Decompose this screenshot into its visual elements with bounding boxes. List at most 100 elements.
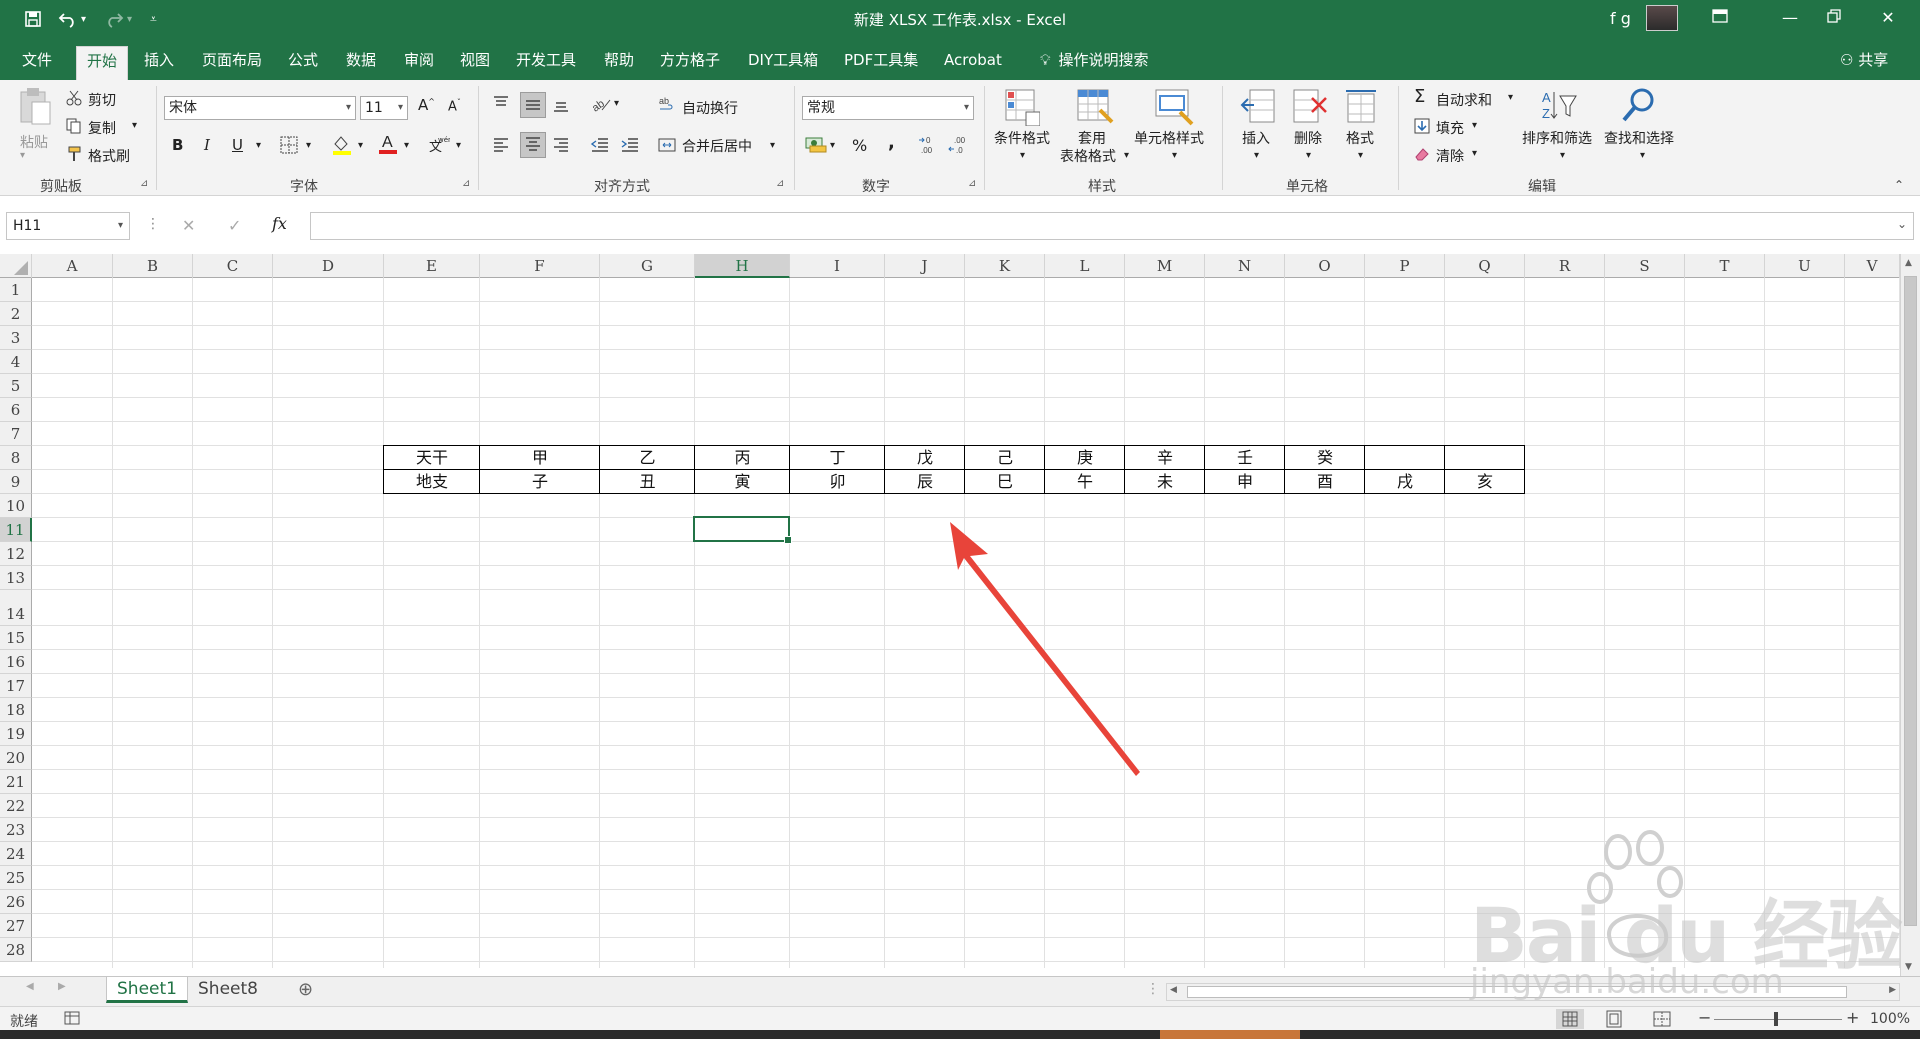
row-header[interactable]: 7 — [0, 422, 32, 446]
paste-icon[interactable] — [18, 86, 52, 130]
column-header[interactable]: I — [790, 254, 885, 278]
alignment-dialog-launcher-icon[interactable]: ⊿ — [776, 178, 784, 189]
format-painter-button[interactable]: 格式刷 — [88, 146, 130, 166]
user-name[interactable]: f g — [1610, 9, 1631, 28]
italic-button[interactable]: I — [204, 136, 210, 154]
sheet-tab-sheet8[interactable]: Sheet8 — [188, 977, 268, 1003]
column-header[interactable]: E — [384, 254, 480, 278]
cell-styles-button[interactable]: 单元格样式 — [1134, 130, 1204, 148]
underline-dropdown-icon[interactable]: ▾ — [256, 140, 261, 151]
collapse-ribbon-icon[interactable]: ⌃ — [1894, 178, 1904, 192]
scroll-up-icon[interactable]: ▲ — [1905, 258, 1912, 268]
tab-page-layout[interactable]: 页面布局 — [192, 46, 272, 80]
vertical-scrollbar[interactable]: ▲ ▼ — [1900, 254, 1920, 976]
avatar[interactable] — [1646, 5, 1678, 31]
cell-styles-icon[interactable] — [1154, 88, 1194, 130]
row-header[interactable]: 9 — [0, 470, 32, 494]
font-name-select[interactable]: 宋体 ▾ — [164, 96, 356, 120]
merge-center-button[interactable]: 合并后居中 — [682, 136, 752, 156]
table-cell[interactable]: 地支 — [384, 470, 480, 494]
scroll-left-icon[interactable]: ◀ — [1170, 985, 1177, 995]
column-header[interactable]: R — [1525, 254, 1605, 278]
align-left-icon[interactable] — [492, 136, 510, 158]
column-header[interactable]: K — [965, 254, 1045, 278]
table-cell[interactable]: 卯 — [790, 470, 885, 494]
tab-data[interactable]: 数据 — [336, 46, 386, 80]
cut-button[interactable]: 剪切 — [88, 90, 116, 110]
format-as-table-button[interactable]: 套用 — [1078, 130, 1106, 148]
column-header[interactable]: F — [480, 254, 600, 278]
tab-help[interactable]: 帮助 — [594, 46, 644, 80]
table-cell[interactable]: 寅 — [695, 470, 790, 494]
row-header[interactable]: 20 — [0, 746, 32, 770]
table-cell[interactable]: 天干 — [384, 446, 480, 470]
name-box-dropdown-icon[interactable]: ▾ — [118, 213, 123, 239]
row-header[interactable]: 13 — [0, 566, 32, 590]
table-cell[interactable]: 甲 — [480, 446, 600, 470]
conditional-formatting-button[interactable]: 条件格式 — [994, 130, 1050, 148]
row-header[interactable]: 3 — [0, 326, 32, 350]
paste-button[interactable]: 粘贴 — [20, 132, 48, 152]
row-header[interactable]: 6 — [0, 398, 32, 422]
column-header[interactable]: S — [1605, 254, 1685, 278]
tab-home[interactable]: 开始 — [76, 46, 129, 80]
row-header[interactable]: 19 — [0, 722, 32, 746]
comma-button[interactable]: , — [888, 132, 895, 153]
tab-pdf[interactable]: PDF工具集 — [834, 46, 928, 80]
row-header[interactable]: 14 — [0, 590, 32, 626]
row-header[interactable]: 5 — [0, 374, 32, 398]
enter-icon[interactable]: ✓ — [228, 216, 241, 235]
row-header[interactable]: 17 — [0, 674, 32, 698]
insert-cells-button[interactable]: 插入 — [1242, 130, 1270, 148]
column-header[interactable]: G — [600, 254, 695, 278]
scroll-down-icon[interactable]: ▼ — [1905, 962, 1912, 972]
row-header[interactable]: 22 — [0, 794, 32, 818]
row-header[interactable]: 1 — [0, 278, 32, 302]
row-header[interactable]: 16 — [0, 650, 32, 674]
tab-fangfang[interactable]: 方方格子 — [650, 46, 730, 80]
column-header[interactable]: B — [113, 254, 193, 278]
format-cells-icon[interactable] — [1344, 88, 1380, 130]
tab-developer[interactable]: 开发工具 — [506, 46, 586, 80]
zoom-level[interactable]: 100% — [1870, 1011, 1910, 1027]
magnifier-icon[interactable] — [1620, 86, 1658, 128]
tab-view[interactable]: 视图 — [450, 46, 500, 80]
row-header[interactable]: 23 — [0, 818, 32, 842]
column-header[interactable]: T — [1685, 254, 1765, 278]
formula-input[interactable]: ⌄ — [310, 212, 1914, 240]
row-header[interactable]: 2 — [0, 302, 32, 326]
next-sheet-icon[interactable]: ▶ — [58, 981, 66, 992]
bold-button[interactable]: B — [172, 136, 183, 154]
table-cell[interactable]: 丑 — [600, 470, 695, 494]
dialog-launcher-icon[interactable]: ⊿ — [140, 178, 148, 189]
table-cell[interactable]: 癸 — [1285, 446, 1365, 470]
table-cell[interactable]: 丁 — [790, 446, 885, 470]
column-header[interactable]: U — [1765, 254, 1845, 278]
table-cell[interactable]: 戊 — [885, 446, 965, 470]
vertical-scroll-thumb[interactable] — [1904, 276, 1917, 926]
prev-sheet-icon[interactable]: ◀ — [26, 981, 34, 992]
row-header[interactable]: 18 — [0, 698, 32, 722]
restore-icon[interactable] — [1820, 6, 1848, 30]
table-cell[interactable]: 巳 — [965, 470, 1045, 494]
column-header[interactable]: Q — [1445, 254, 1525, 278]
increase-indent-icon[interactable] — [620, 136, 640, 158]
sort-filter-icon[interactable]: AZ — [1540, 88, 1578, 128]
find-select-button[interactable]: 查找和选择 — [1604, 130, 1674, 148]
table-cell[interactable]: 午 — [1045, 470, 1125, 494]
font-size-select[interactable]: 11 ▾ — [360, 96, 408, 120]
row-header[interactable]: 27 — [0, 914, 32, 938]
share-button[interactable]: ⚇ 共享 — [1830, 46, 1898, 80]
row-header[interactable]: 25 — [0, 866, 32, 890]
align-right-icon[interactable] — [552, 136, 570, 158]
table-cell[interactable] — [1365, 446, 1445, 470]
borders-icon[interactable] — [280, 136, 298, 158]
table-cell[interactable]: 酉 — [1285, 470, 1365, 494]
tab-acrobat[interactable]: Acrobat — [934, 46, 1012, 80]
increase-decimal-icon[interactable]: 0.00 — [918, 134, 940, 160]
increase-font-icon[interactable]: A^ — [418, 96, 435, 114]
minimize-icon[interactable]: — — [1776, 6, 1804, 30]
font-dialog-launcher-icon[interactable]: ⊿ — [462, 178, 470, 189]
select-all-corner[interactable] — [0, 254, 32, 278]
align-center-icon[interactable] — [520, 132, 546, 158]
